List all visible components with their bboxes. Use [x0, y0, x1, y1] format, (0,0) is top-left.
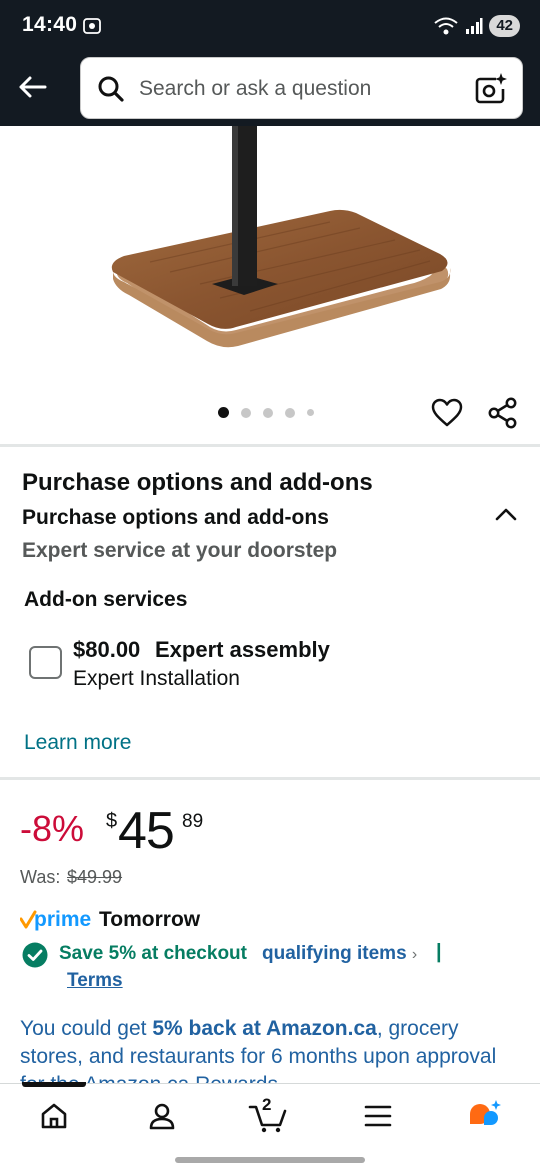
nav-home[interactable] — [34, 1098, 74, 1134]
gesture-bar[interactable] — [175, 1157, 365, 1163]
account-icon — [149, 1103, 175, 1130]
expert-assembly-checkbox[interactable] — [29, 646, 62, 679]
addon-name: Expert assembly — [155, 637, 330, 662]
cashback-prefix: You could get — [20, 1017, 153, 1040]
carousel-dot[interactable] — [263, 407, 273, 418]
was-price: $49.99 — [67, 867, 123, 887]
qualifying-items-label: qualifying items — [262, 943, 407, 964]
product-image[interactable] — [0, 126, 540, 386]
prime-logo: prime — [20, 908, 91, 931]
terms-link[interactable]: Terms — [67, 970, 123, 992]
search-input[interactable] — [139, 70, 459, 108]
section-divider — [0, 777, 540, 780]
purchase-options-title: Purchase options and add-ons — [22, 469, 373, 496]
purchase-options-description: Expert service at your doorstep — [22, 539, 338, 562]
carousel-dot[interactable] — [218, 407, 229, 418]
purchase-options-toggle[interactable]: Purchase options and add-ons — [22, 506, 329, 530]
nav-account[interactable] — [142, 1098, 182, 1134]
signal-icon — [466, 18, 483, 34]
learn-more-link[interactable]: Learn more — [24, 731, 131, 755]
addon-description: Expert Installation — [73, 667, 240, 690]
back-arrow-icon — [19, 76, 47, 98]
save-offer-text: Save 5% at checkout — [59, 943, 247, 964]
price-currency: $ — [106, 810, 118, 832]
cashback-promo[interactable]: You could get 5% back at Amazon.ca, groc… — [20, 1015, 520, 1083]
home-icon — [41, 1103, 67, 1129]
nav-rufus[interactable] — [466, 1098, 506, 1134]
menu-icon — [364, 1105, 392, 1127]
active-tab-indicator — [22, 1082, 86, 1087]
chevron-up-icon[interactable] — [492, 502, 520, 526]
image-carousel-controls — [0, 390, 540, 438]
search-header — [0, 52, 540, 126]
cashback-highlight: 5% back at Amazon.ca — [152, 1017, 377, 1040]
back-button[interactable] — [14, 69, 50, 105]
camera-search-icon[interactable] — [474, 72, 508, 106]
delivery-date: Tomorrow — [99, 908, 201, 931]
check-circle-icon — [22, 942, 48, 968]
price-whole: 45 — [118, 802, 175, 860]
svg-text:prime: prime — [34, 908, 91, 931]
screenshot-icon — [83, 18, 101, 34]
price-fraction: 89 — [182, 811, 204, 832]
carousel-dots[interactable] — [218, 407, 314, 418]
status-bar: 14:40 42 — [0, 0, 540, 52]
section-divider — [0, 444, 540, 447]
discount-percent: -8% — [20, 808, 85, 849]
status-time: 14:40 — [22, 13, 78, 36]
addon-services-heading: Add-on services — [24, 588, 188, 611]
battery-indicator: 42 — [489, 15, 520, 37]
addon-price: $80.00 — [73, 637, 141, 662]
carousel-dot[interactable] — [307, 409, 314, 416]
was-label: Was: — [20, 867, 61, 887]
search-box[interactable] — [80, 57, 523, 119]
heart-icon[interactable] — [430, 396, 464, 430]
qualifying-items-link[interactable]: qualifying items › — [262, 943, 417, 965]
search-icon — [98, 76, 124, 102]
separator: | — [436, 941, 442, 963]
cart-count-badge: 2 — [262, 1095, 272, 1114]
nav-menu[interactable] — [358, 1098, 398, 1134]
carousel-dot[interactable] — [285, 407, 295, 418]
carousel-dot[interactable] — [241, 407, 251, 418]
share-icon[interactable] — [486, 396, 520, 430]
rufus-icon — [470, 1100, 501, 1125]
status-icons: 42 — [433, 14, 520, 38]
wifi-icon — [434, 17, 458, 35]
chevron-right-icon: › — [411, 946, 418, 963]
